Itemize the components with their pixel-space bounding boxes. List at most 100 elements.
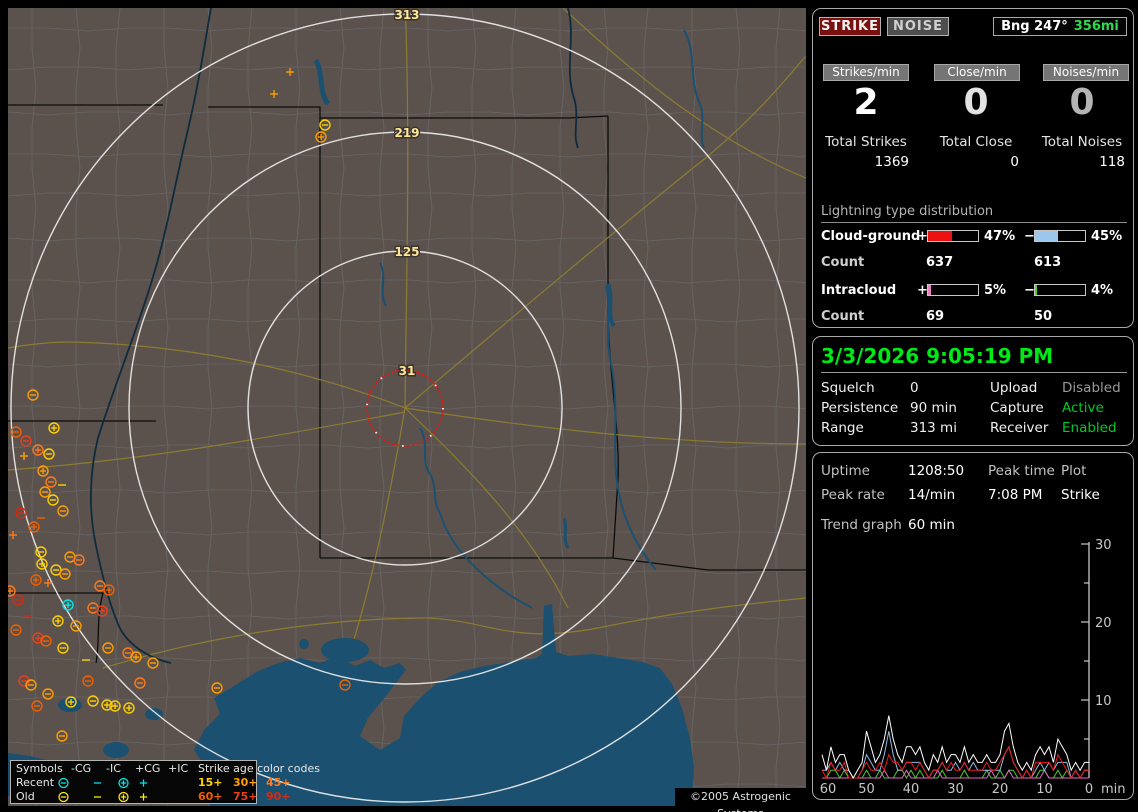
- age-code-90+: 90+: [266, 790, 291, 803]
- legend-icp-symbol: [137, 791, 150, 803]
- svg-text:125: 125: [394, 245, 419, 259]
- status-row: Range 313 mi Receiver Enabled: [813, 420, 1135, 440]
- total-noises-label: Total Noises: [1041, 134, 1123, 150]
- distribution-title: Lightning type distribution: [821, 204, 1127, 223]
- total-noises-value: 118: [1099, 154, 1125, 170]
- plot-label: Plot: [1061, 463, 1087, 479]
- cloud-ground-label: Cloud-ground: [821, 229, 921, 244]
- total-close-label: Total Close: [939, 134, 1013, 150]
- cg-plus-pct: 47%: [984, 229, 1016, 244]
- svg-text:0: 0: [1085, 782, 1093, 795]
- persistence-label: Persistence: [821, 400, 899, 416]
- cg-minus-pct: 45%: [1091, 229, 1123, 244]
- counters-panel: STRIKE NOISE Bng 247° 356mi Strikes/min 2…: [812, 8, 1134, 328]
- svg-text:10: 10: [1036, 782, 1053, 795]
- range-value: 313 mi: [910, 420, 957, 436]
- cloud-ground-row: Cloud-ground + 47% − 45%: [813, 229, 1135, 245]
- svg-text:20: 20: [992, 782, 1009, 795]
- legend-icm-symbol: [91, 777, 104, 789]
- stats-row: Peak rate 14/min 7:08 PM Strike: [813, 487, 1135, 507]
- svg-text:20: 20: [1095, 616, 1112, 631]
- strike-button[interactable]: STRIKE: [819, 17, 881, 36]
- squelch-label: Squelch: [821, 380, 875, 396]
- svg-text:219: 219: [394, 126, 419, 140]
- strikes-per-min-value: 2: [853, 82, 879, 123]
- total-strikes-label: Total Strikes: [825, 134, 907, 150]
- legend-col-cgm: -CG: [71, 762, 92, 775]
- svg-text:31: 31: [399, 364, 416, 378]
- capture-label: Capture: [990, 400, 1044, 416]
- legend-cgp-symbol: [117, 777, 130, 789]
- age-code-75+: 75+: [233, 790, 258, 803]
- trend-graph-value: 60 min: [908, 517, 955, 533]
- map-canvas: 313 219 125 31: [4, 7, 809, 809]
- noises-per-min-value: 0: [1069, 82, 1095, 123]
- noises-per-min-badge[interactable]: Noises/min: [1043, 64, 1129, 81]
- strikes-per-min-badge[interactable]: Strikes/min: [823, 64, 909, 81]
- receiver-value: Enabled: [1062, 420, 1117, 436]
- squelch-value: 0: [910, 380, 919, 396]
- close-per-min-badge[interactable]: Close/min: [934, 64, 1020, 81]
- strike-trend-chart: 10 20 30 60 50 40 30 20 10 0 min: [820, 539, 1126, 795]
- bearing-badge: Bng 247° 356mi: [993, 17, 1127, 36]
- legend-age-title: Strike age color codes: [198, 762, 320, 775]
- ic-minus-bar: [1034, 284, 1086, 296]
- svg-text:60: 60: [820, 782, 837, 795]
- svg-text:30: 30: [947, 782, 964, 795]
- legend-cgm-symbol: [57, 791, 70, 803]
- legend-icm-symbol: [91, 791, 104, 803]
- receiver-label: Receiver: [990, 420, 1049, 436]
- svg-text:40: 40: [903, 782, 920, 795]
- ic-plus-pct: 5%: [984, 283, 1007, 298]
- trend-graph-row: Trend graph 60 min: [813, 517, 1135, 537]
- svg-text:30: 30: [1095, 539, 1112, 553]
- peak-time-label: Peak time: [988, 463, 1055, 479]
- age-code-45+: 45+: [266, 776, 291, 789]
- status-row: Persistence 90 min Capture Active: [813, 400, 1135, 420]
- legend-col-icp: +IC: [168, 762, 189, 775]
- intracloud-row: Intracloud + 5% − 4%: [813, 283, 1135, 299]
- age-code-15+: 15+: [198, 776, 223, 789]
- copyright-label: ©2005 Astrogenic Systems: [675, 788, 806, 812]
- total-close-value: 0: [1010, 154, 1019, 170]
- cg-count-label: Count: [821, 255, 865, 270]
- stats-row: Uptime 1208:50 Peak time Plot: [813, 463, 1135, 483]
- uptime-value: 1208:50: [908, 463, 965, 479]
- total-strikes-value: 1369: [874, 154, 909, 170]
- ic-plus-count: 69: [926, 309, 945, 324]
- ic-count-label: Count: [821, 309, 865, 324]
- legend-cgm-symbol: [57, 777, 70, 789]
- close-column: Close/min 0 Total Close 0: [925, 64, 1027, 184]
- cg-count-row: Count 637 613: [813, 255, 1135, 271]
- strikes-column: Strikes/min 2 Total Strikes 1369: [815, 64, 917, 184]
- close-per-min-value: 0: [963, 82, 989, 123]
- age-code-30+: 30+: [233, 776, 258, 789]
- noise-button[interactable]: NOISE: [887, 17, 949, 36]
- ic-count-row: Count 69 50: [813, 309, 1135, 325]
- age-code-60+: 60+: [198, 790, 223, 803]
- symbol-legend: Symbols -CG -IC +CG +IC Strike age color…: [10, 760, 320, 804]
- svg-text:313: 313: [394, 8, 419, 22]
- legend-row-label: Recent: [16, 776, 55, 789]
- bearing-label: Bng 247°: [1001, 19, 1068, 34]
- legend-cgp-symbol: [117, 791, 130, 803]
- lightning-map[interactable]: 313 219 125 31 Symbols -CG -IC +CG +IC Stri…: [4, 7, 809, 812]
- range-label: Range: [821, 420, 864, 436]
- svg-text:50: 50: [858, 782, 875, 795]
- peak-time-value: 7:08 PM: [988, 487, 1043, 503]
- legend-col-icm: -IC: [106, 762, 121, 775]
- peak-rate-label: Peak rate: [821, 487, 885, 503]
- cg-plus-bar: [927, 230, 979, 242]
- ic-minus-count: 50: [1034, 309, 1053, 324]
- bearing-distance: 356mi: [1073, 19, 1119, 34]
- app-window: 313 219 125 31 Symbols -CG -IC +CG +IC Stri…: [0, 0, 1138, 812]
- upload-label: Upload: [990, 380, 1038, 396]
- legend-symbols-header: Symbols: [16, 762, 63, 775]
- persistence-value: 90 min: [910, 400, 957, 416]
- status-row: Squelch 0 Upload Disabled: [813, 380, 1135, 400]
- cg-minus-count: 613: [1034, 255, 1062, 270]
- uptime-label: Uptime: [821, 463, 870, 479]
- legend-col-cgp: +CG: [135, 762, 161, 775]
- capture-value: Active: [1062, 400, 1104, 416]
- status-panel: 3/3/2026 9:05:19 PM Squelch 0 Upload Dis…: [812, 336, 1134, 446]
